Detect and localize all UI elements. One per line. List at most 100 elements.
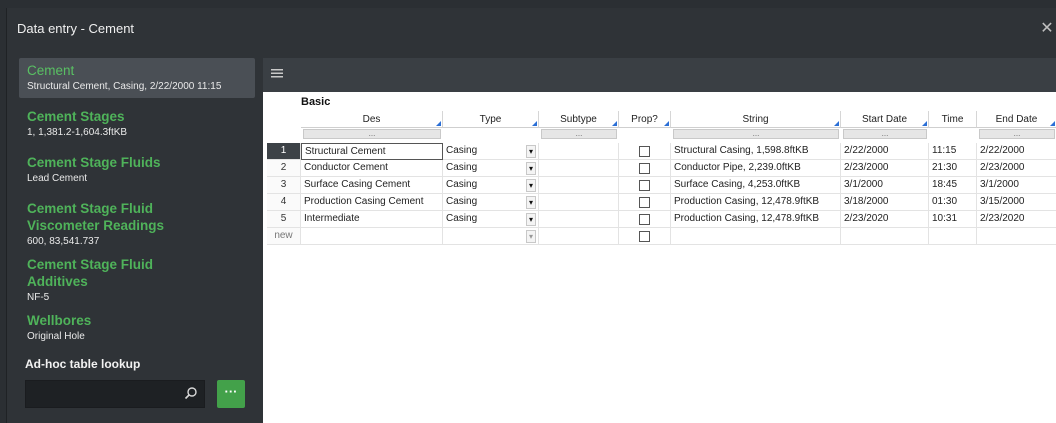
cell-type[interactable]: Casing ▾ [443,211,539,228]
row-number[interactable]: 5 [267,211,301,228]
column-header-des[interactable]: Des [301,111,443,128]
cell-subtype[interactable] [539,160,619,177]
cell-type-value: Casing [446,179,478,190]
cell-subtype[interactable] [539,228,619,245]
cell-time[interactable] [929,228,977,245]
cell-end-date[interactable]: 2/23/2000 [977,160,1056,177]
dropdown-arrow-icon[interactable]: ▾ [526,230,536,243]
row-number[interactable]: 2 [267,160,301,177]
column-header-type[interactable]: Type [443,111,539,128]
cell-subtype[interactable] [539,194,619,211]
cell-subtype[interactable] [539,177,619,194]
filter-button[interactable]: ... [673,129,839,139]
filter-cell-end-date[interactable]: ... [977,128,1056,140]
prop-checkbox[interactable] [638,146,650,157]
sidebar-item-label: Cement Stage Fluid Viscometer Readings [27,201,165,233]
column-header-time[interactable]: Time [929,111,977,128]
filter-button[interactable]: ... [979,129,1055,139]
column-header-subtype[interactable]: Subtype [539,111,619,128]
cell-time[interactable]: 10:31 [929,211,977,228]
cell-start-date[interactable]: 2/22/2000 [841,143,929,160]
prop-checkbox[interactable] [638,180,650,191]
cell-end-date[interactable]: 3/1/2000 [977,177,1056,194]
column-header-prop[interactable]: Prop? [619,111,671,128]
cell-prop[interactable] [619,211,671,228]
prop-checkbox[interactable] [638,163,650,174]
cell-start-date[interactable]: 3/1/2000 [841,177,929,194]
cell-des[interactable]: Conductor Cement [301,160,443,177]
menu-icon[interactable] [271,68,283,78]
cell-prop[interactable] [619,143,671,160]
column-header-end-date[interactable]: End Date [977,111,1056,128]
cell-prop[interactable] [619,177,671,194]
row-number[interactable]: 1 [267,143,301,160]
adhoc-search-input[interactable] [30,385,180,403]
cell-des[interactable]: Intermediate [301,211,443,228]
filter-cell-string[interactable]: ... [671,128,841,140]
row-number[interactable]: 4 [267,194,301,211]
cell-end-date[interactable]: 3/15/2000 [977,194,1056,211]
cell-type[interactable]: Casing ▾ [443,194,539,211]
cell-end-date[interactable] [977,228,1056,245]
cell-end-date[interactable]: 2/22/2000 [977,143,1056,160]
cell-type[interactable]: Casing ▾ [443,143,539,160]
cell-string[interactable] [671,228,841,245]
sidebar-item-wellbores[interactable]: Wellbores Original Hole [19,308,255,347]
sidebar-item-cement-stages[interactable]: Cement Stages 1, 1,381.2-1,604.3ftKB [19,104,255,143]
cell-start-date[interactable] [841,228,929,245]
sidebar-item-cement[interactable]: Cement Structural Cement, Casing, 2/22/2… [19,58,255,98]
filter-cell-start-date[interactable]: ... [841,128,929,140]
title-bar: Data entry - Cement ✕ [7,8,1056,50]
cell-des[interactable]: Production Casing Cement [301,194,443,211]
column-header-string[interactable]: String [671,111,841,128]
search-icon[interactable] [184,386,198,400]
close-icon[interactable]: ✕ [1039,18,1055,38]
dropdown-arrow-icon[interactable]: ▾ [526,196,536,209]
cell-prop[interactable] [619,228,671,245]
cell-type[interactable]: Casing ▾ [443,177,539,194]
filter-cell-subtype[interactable]: ... [539,128,619,140]
grid-toolbar [263,58,1056,92]
cell-des[interactable] [301,228,443,245]
sidebar-item-cement-stage-fluids[interactable]: Cement Stage Fluids Lead Cement [19,150,255,189]
prop-checkbox[interactable] [638,197,650,208]
cell-prop[interactable] [619,160,671,177]
cell-string[interactable]: Conductor Pipe, 2,239.0ftKB [671,160,841,177]
cell-time[interactable]: 18:45 [929,177,977,194]
new-row-label[interactable]: new [267,228,301,245]
cell-type[interactable]: Casing ▾ [443,160,539,177]
cell-string[interactable]: Surface Casing, 4,253.0ftKB [671,177,841,194]
cell-time[interactable]: 11:15 [929,143,977,160]
filter-cell-des[interactable]: ... [301,128,443,140]
cell-type[interactable]: ▾ [443,228,539,245]
prop-checkbox[interactable] [638,231,650,242]
dropdown-arrow-icon[interactable]: ▾ [526,213,536,226]
sidebar-item-fluid-additives[interactable]: Cement Stage Fluid Additives NF-5 [19,252,255,308]
column-header-start-date[interactable]: Start Date [841,111,929,128]
cell-end-date[interactable]: 2/23/2020 [977,211,1056,228]
cell-time[interactable]: 01:30 [929,194,977,211]
filter-button[interactable]: ... [303,129,441,139]
dropdown-arrow-icon[interactable]: ▾ [526,162,536,175]
prop-checkbox[interactable] [638,214,650,225]
cell-prop[interactable] [619,194,671,211]
filter-button[interactable]: ... [843,129,927,139]
cell-string[interactable]: Structural Casing, 1,598.8ftKB [671,143,841,160]
adhoc-more-button[interactable]: ··· [217,380,245,408]
cell-start-date[interactable]: 2/23/2020 [841,211,929,228]
cell-start-date[interactable]: 2/23/2000 [841,160,929,177]
cell-time[interactable]: 21:30 [929,160,977,177]
cell-subtype[interactable] [539,143,619,160]
cell-start-date[interactable]: 3/18/2000 [841,194,929,211]
cell-des[interactable]: Structural Cement [301,143,443,160]
dropdown-arrow-icon[interactable]: ▾ [526,179,536,192]
sidebar-item-summary: NF-5 [27,292,50,303]
row-number[interactable]: 3 [267,177,301,194]
cell-string[interactable]: Production Casing, 12,478.9ftKB [671,211,841,228]
cell-string[interactable]: Production Casing, 12,478.9ftKB [671,194,841,211]
cell-des[interactable]: Surface Casing Cement [301,177,443,194]
cell-subtype[interactable] [539,211,619,228]
dropdown-arrow-icon[interactable]: ▾ [526,145,536,158]
sidebar-item-viscometer-readings[interactable]: Cement Stage Fluid Viscometer Readings 6… [19,196,255,252]
filter-button[interactable]: ... [541,129,617,139]
